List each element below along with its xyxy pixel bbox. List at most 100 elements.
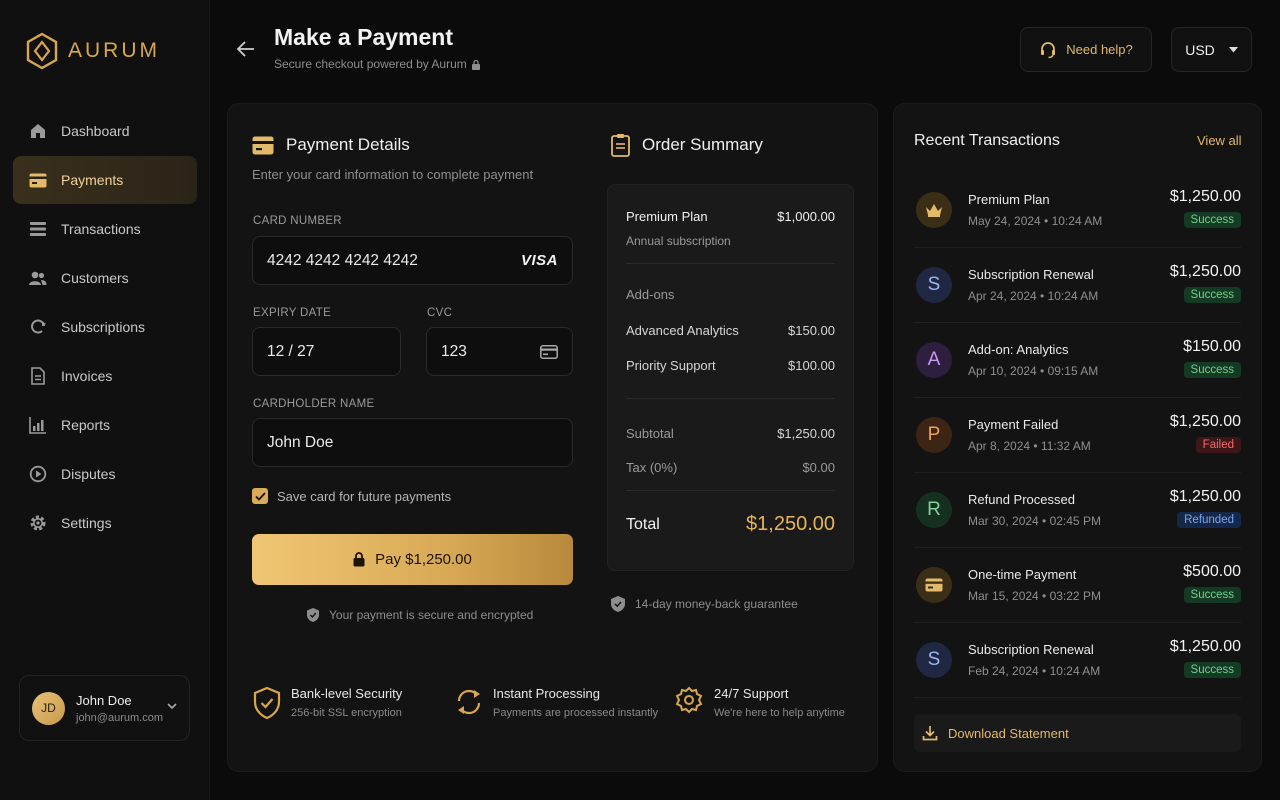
- list-item[interactable]: Premium Plan May 24, 2024 • 10:24 AM $1,…: [914, 173, 1241, 248]
- list-item[interactable]: One-time Payment Mar 15, 2024 • 03:22 PM…: [914, 548, 1241, 623]
- view-all-link[interactable]: View all: [1197, 133, 1242, 148]
- payment-details-subtitle: Enter your card information to complete …: [252, 167, 534, 182]
- sidebar-item-transactions[interactable]: Transactions: [13, 205, 197, 253]
- list-item[interactable]: S Subscription Renewal Feb 24, 2024 • 10…: [914, 623, 1241, 698]
- feature-title: 24/7 Support: [714, 686, 789, 701]
- feature-sub: We're here to help anytime: [714, 707, 845, 719]
- feature-title: Bank-level Security: [291, 686, 403, 701]
- sidebar-nav: Dashboard Payments Transactions Customer…: [13, 107, 197, 548]
- user-menu[interactable]: JD John Doe john@aurum.com: [19, 675, 190, 741]
- card-number-field[interactable]: VISA: [252, 236, 573, 285]
- cardholder-field[interactable]: [252, 418, 573, 467]
- sidebar-item-payments[interactable]: Payments: [13, 156, 197, 204]
- clipboard-icon: [611, 133, 630, 157]
- chart-icon: [28, 416, 47, 435]
- hexagon-logo-icon: [26, 32, 58, 70]
- back-arrow-icon[interactable]: [236, 40, 256, 58]
- transactions-list: Premium Plan May 24, 2024 • 10:24 AM $1,…: [914, 173, 1241, 698]
- sidebar-item-invoices[interactable]: Invoices: [13, 352, 197, 400]
- sidebar-item-label: Transactions: [61, 221, 141, 237]
- tx-avatar: S: [916, 642, 952, 678]
- addon-name: Priority Support: [626, 358, 716, 373]
- card-back-icon: [540, 344, 558, 359]
- user-name: John Doe: [76, 692, 132, 708]
- plan-price: $1,000.00: [777, 209, 835, 224]
- sidebar-item-subscriptions[interactable]: Subscriptions: [13, 303, 197, 351]
- refresh-icon: [28, 318, 47, 337]
- sidebar-item-label: Reports: [61, 417, 111, 433]
- total-value: $1,250.00: [746, 513, 835, 535]
- sidebar-item-customers[interactable]: Customers: [13, 254, 197, 302]
- tx-name: Subscription Renewal: [968, 267, 1094, 282]
- save-card-row[interactable]: Save card for future payments: [252, 488, 451, 504]
- cvc-input[interactable]: [441, 342, 540, 361]
- list-item[interactable]: A Add-on: Analytics Apr 10, 2024 • 09:15…: [914, 323, 1241, 398]
- feature-processing: Instant Processing Payments are processe…: [455, 686, 658, 719]
- divider: [626, 398, 835, 399]
- divider: [626, 263, 835, 264]
- tx-name: One-time Payment: [968, 567, 1077, 582]
- expiry-input[interactable]: [267, 342, 386, 361]
- home-icon: [28, 122, 47, 141]
- tx-amount: $150.00: [1183, 338, 1241, 355]
- addon-price: $150.00: [788, 323, 835, 338]
- brand-name: AURUM: [68, 39, 160, 62]
- subtotal-value: $1,250.00: [777, 426, 835, 441]
- need-help-button[interactable]: Need help?: [1020, 27, 1152, 72]
- currency-value: USD: [1185, 41, 1215, 58]
- addon-name: Advanced Analytics: [626, 323, 739, 338]
- shield-check-icon: [253, 686, 281, 720]
- total-label: Total: [626, 515, 660, 533]
- plan-sub-row: Annual subscription: [626, 234, 835, 248]
- save-card-label: Save card for future payments: [277, 488, 452, 504]
- tx-date: Apr 24, 2024 • 10:24 AM: [968, 289, 1099, 303]
- status-badge: Success: [1183, 287, 1241, 303]
- page-subtitle-text: Secure checkout powered by Aurum: [274, 57, 467, 71]
- chevron-down-icon: [1228, 46, 1238, 53]
- shield-check-icon: [306, 607, 320, 623]
- payment-details-header: Payment Details: [252, 135, 410, 155]
- card-number-label: CARD NUMBER: [253, 215, 342, 227]
- cardholder-input[interactable]: [267, 433, 558, 452]
- brand[interactable]: AURUM: [26, 32, 160, 70]
- card-number-input[interactable]: [267, 251, 521, 270]
- sidebar-item-dashboard[interactable]: Dashboard: [13, 107, 197, 155]
- tx-amount: $1,250.00: [1169, 413, 1241, 430]
- visa-logo: VISA: [520, 252, 558, 269]
- download-statement-button[interactable]: Download Statement: [914, 714, 1241, 752]
- guarantee-note: 14-day money-back guarantee: [610, 595, 798, 613]
- plan-name: Premium Plan: [626, 209, 708, 224]
- secure-note: Your payment is secure and encrypted: [306, 607, 533, 623]
- sidebar-item-settings[interactable]: Settings: [13, 499, 197, 547]
- divider: [626, 490, 835, 491]
- dispute-icon: [28, 465, 47, 484]
- pay-button[interactable]: Pay $1,250.00: [252, 534, 573, 585]
- status-badge: Success: [1183, 587, 1241, 603]
- sync-icon: [455, 686, 483, 718]
- tx-amount: $1,250.00: [1169, 488, 1241, 505]
- list-item[interactable]: R Refund Processed Mar 30, 2024 • 02:45 …: [914, 473, 1241, 548]
- cvc-field[interactable]: [426, 327, 573, 376]
- tx-name: Payment Failed: [968, 417, 1059, 432]
- page-title: Make a Payment: [274, 24, 453, 50]
- lock-icon: [471, 59, 481, 70]
- secure-note-text: Your payment is secure and encrypted: [329, 608, 534, 622]
- sidebar-item-reports[interactable]: Reports: [13, 401, 197, 449]
- tx-avatar: A: [916, 342, 952, 378]
- transactions-icon: [28, 220, 47, 239]
- crown-icon: [916, 192, 952, 228]
- list-item[interactable]: S Subscription Renewal Apr 24, 2024 • 10…: [914, 248, 1241, 323]
- expiry-field[interactable]: [252, 327, 401, 376]
- sidebar-item-disputes[interactable]: Disputes: [13, 450, 197, 498]
- currency-select[interactable]: USD: [1171, 27, 1252, 72]
- sidebar: AURUM Dashboard Payments Transactions Cu…: [0, 0, 210, 800]
- tx-amount: $1,250.00: [1169, 188, 1241, 205]
- list-item[interactable]: P Payment Failed Apr 8, 2024 • 11:32 AM …: [914, 398, 1241, 473]
- save-card-checkbox[interactable]: [252, 488, 268, 504]
- tx-date: Mar 30, 2024 • 02:45 PM: [968, 514, 1101, 528]
- transactions-title: Recent Transactions: [914, 132, 1060, 149]
- tx-name: Subscription Renewal: [968, 642, 1094, 657]
- subtotal-row: Subtotal $1,250.00: [626, 426, 835, 441]
- tx-date: Feb 24, 2024 • 10:24 AM: [968, 664, 1101, 678]
- sidebar-item-label: Disputes: [61, 466, 116, 482]
